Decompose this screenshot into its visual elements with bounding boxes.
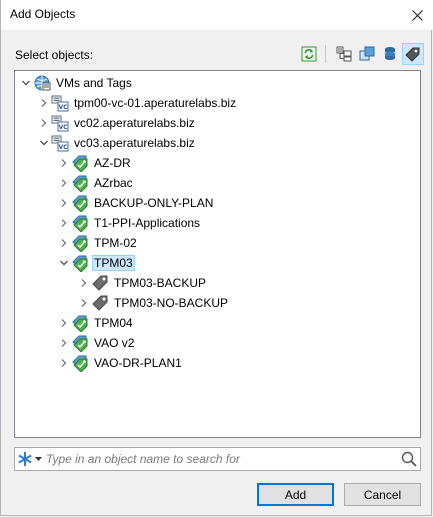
expand-chevron-icon[interactable] <box>37 93 51 113</box>
tree-node-label: AZrbac <box>94 176 133 190</box>
tag-category-icon <box>71 254 89 272</box>
title-bar: Add Objects <box>1 0 433 30</box>
tag-icon <box>91 274 109 292</box>
tree-node-tag-category[interactable]: BACKUP-ONLY-PLAN <box>57 193 215 213</box>
collapse-chevron-icon[interactable] <box>57 253 71 273</box>
tag-category-icon <box>71 154 89 172</box>
tag-icon <box>91 294 109 312</box>
hosts-and-clusters-view-button[interactable] <box>333 43 355 65</box>
vcenter-icon <box>51 114 69 132</box>
tree-node-label: TPM03 <box>92 255 135 271</box>
tree-node-tag[interactable]: TPM03-NO-BACKUP <box>77 293 230 313</box>
expand-chevron-icon[interactable] <box>57 193 71 213</box>
tags-icon <box>405 47 420 62</box>
search-type-dropdown[interactable] <box>17 449 43 469</box>
search-input[interactable] <box>46 450 386 468</box>
expand-chevron-icon[interactable] <box>37 113 51 133</box>
tree-node-tag-category[interactable]: AZrbac <box>57 173 135 193</box>
tree-node-label: TPM04 <box>94 316 133 330</box>
expand-chevron-icon[interactable] <box>57 233 71 253</box>
view-toolbar <box>297 42 424 66</box>
datastores-icon <box>385 47 395 60</box>
tree-node-vcenter[interactable]: tpm00-vc-01.aperaturelabs.biz <box>37 93 238 113</box>
expand-chevron-icon[interactable] <box>57 153 71 173</box>
collapse-chevron-icon[interactable] <box>19 73 33 93</box>
expand-chevron-icon[interactable] <box>57 213 71 233</box>
toolbar-separator <box>325 45 326 63</box>
vms-and-templates-view-button[interactable] <box>356 43 378 65</box>
tree-node-label: TPM03-BACKUP <box>114 276 207 290</box>
dialog-title: Add Objects <box>10 7 76 21</box>
tree-node-label: TPM03-NO-BACKUP <box>114 296 229 310</box>
expand-chevron-icon[interactable] <box>57 313 71 333</box>
tree-node-label: TPM-02 <box>94 236 137 250</box>
close-button[interactable] <box>400 0 433 30</box>
vms-and-tags-icon <box>33 74 51 92</box>
tree-node-label: BACKUP-ONLY-PLAN <box>94 196 214 210</box>
hosts-and-clusters-icon <box>336 46 352 62</box>
dropdown-arrow-icon <box>35 456 42 461</box>
expand-chevron-icon[interactable] <box>77 273 91 293</box>
vms-and-templates-icon <box>359 46 375 61</box>
tree-node-label: VMs and Tags <box>56 76 132 90</box>
collapse-chevron-icon[interactable] <box>37 133 51 153</box>
refresh-icon <box>301 46 317 62</box>
tag-category-icon <box>71 234 89 252</box>
tree-node-tag-category[interactable]: VAO v2 <box>57 333 136 353</box>
tag-category-icon <box>71 354 89 372</box>
tree-node-label: vc03.aperaturelabs.biz <box>74 136 195 150</box>
expand-chevron-icon[interactable] <box>77 293 91 313</box>
close-icon <box>411 9 423 21</box>
tree-node-tag[interactable]: TPM03-BACKUP <box>77 273 208 293</box>
tree-node-tag-category[interactable]: VAO-DR-PLAN1 <box>57 353 184 373</box>
vcenter-icon <box>51 134 69 152</box>
tag-category-icon <box>71 334 89 352</box>
add-objects-dialog: Add Objects Select objects: VMs and Tags… <box>0 0 433 516</box>
tree-node-label: AZ-DR <box>94 156 131 170</box>
select-objects-label: Select objects: <box>15 48 94 62</box>
tags-view-button[interactable] <box>402 43 424 65</box>
tree-node-tag-category[interactable]: TPM04 <box>57 313 135 333</box>
datastores-view-button[interactable] <box>379 43 401 65</box>
search-button[interactable] <box>399 449 419 469</box>
tree-node-tag-category-selected[interactable]: TPM03 <box>57 253 135 273</box>
tree-node-label: VAO-DR-PLAN1 <box>94 356 182 370</box>
tag-category-icon <box>71 174 89 192</box>
tree-node-vcenter[interactable]: vc03.aperaturelabs.biz <box>37 133 197 153</box>
tag-category-icon <box>71 214 89 232</box>
tree-node-vcenter[interactable]: vc02.aperaturelabs.biz <box>37 113 197 133</box>
tree-node-label: VAO v2 <box>94 336 135 350</box>
expand-chevron-icon[interactable] <box>57 333 71 353</box>
refresh-button[interactable] <box>298 43 320 65</box>
tree-node-tag-category[interactable]: AZ-DR <box>57 153 133 173</box>
search-bar <box>14 447 421 471</box>
asterisk-icon <box>18 452 32 466</box>
expand-chevron-icon[interactable] <box>57 173 71 193</box>
cancel-button[interactable]: Cancel <box>344 483 421 506</box>
search-icon <box>401 451 417 467</box>
tag-category-icon <box>71 194 89 212</box>
tree-node-root[interactable]: VMs and Tags <box>19 73 134 93</box>
tree-node-label: vc02.aperaturelabs.biz <box>74 116 195 130</box>
tree-node-tag-category[interactable]: TPM-02 <box>57 233 139 253</box>
object-tree[interactable]: VMs and Tags tpm00-vc-01.aperaturelabs.b… <box>14 70 421 438</box>
expand-chevron-icon[interactable] <box>57 353 71 373</box>
tag-category-icon <box>71 314 89 332</box>
tree-node-label: tpm00-vc-01.aperaturelabs.biz <box>74 96 237 110</box>
add-button[interactable]: Add <box>257 483 334 506</box>
tree-node-label: T1-PPI-Applications <box>94 216 201 230</box>
vcenter-icon <box>51 94 69 112</box>
tree-node-tag-category[interactable]: T1-PPI-Applications <box>57 213 202 233</box>
